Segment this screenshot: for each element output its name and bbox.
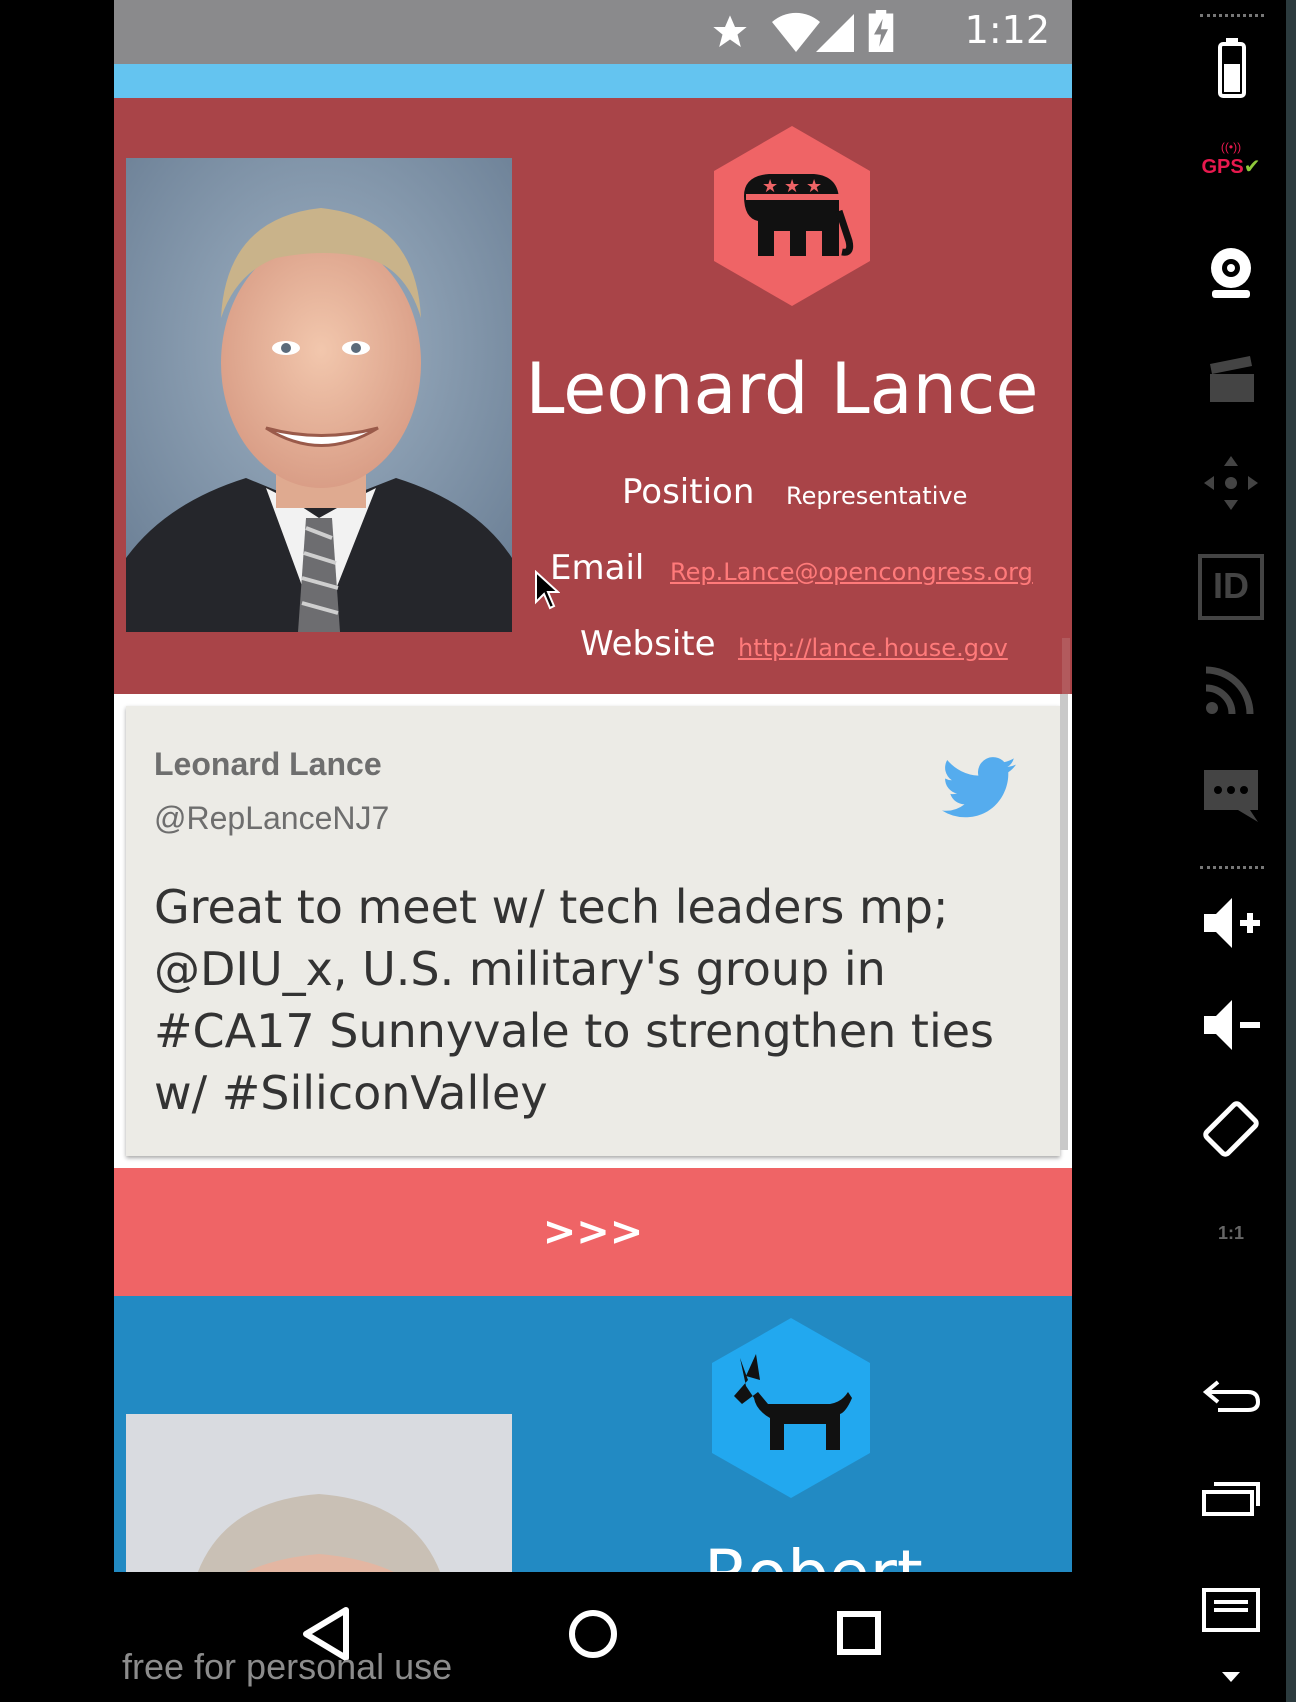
- menu-icon[interactable]: [1198, 1580, 1264, 1646]
- tweet-text: Great to meet w/ tech leaders mp; @DIU_x…: [154, 880, 994, 1120]
- recents-icon[interactable]: [1198, 1466, 1264, 1532]
- email-label: Email: [550, 548, 645, 588]
- sidebar-divider: [1200, 14, 1264, 17]
- rep-card[interactable]: ★ ★ ★ Leonard Lance Position Representat…: [114, 98, 1072, 788]
- democrat-donkey-icon: [712, 1318, 870, 1498]
- phone-screen: 1:12 ★ ★ ★ Leonard Lance Position Repres…: [114, 0, 1072, 1572]
- republican-elephant-icon: ★ ★ ★: [714, 126, 870, 306]
- sidebar-divider: [1200, 866, 1264, 869]
- clapper-icon[interactable]: [1198, 346, 1264, 412]
- email-link[interactable]: Rep.Lance@opencongress.org: [670, 558, 1033, 586]
- rotate-icon[interactable]: [1198, 1096, 1264, 1162]
- desktop-background: [1286, 0, 1296, 1702]
- battery-icon[interactable]: [1198, 34, 1264, 100]
- tweet-section: Leonard Lance @RepLanceNJ7 Great to meet…: [114, 694, 1072, 1168]
- tweet-author: Leonard Lance: [154, 746, 382, 782]
- battery-charging-icon: [868, 10, 894, 52]
- gps-icon[interactable]: ((•)) GPS✔: [1198, 136, 1264, 202]
- twitter-bird-icon: [942, 757, 1016, 818]
- sms-icon[interactable]: [1198, 762, 1264, 828]
- dpad-icon[interactable]: [1198, 450, 1264, 516]
- position-label: Position: [622, 472, 755, 512]
- tweet-scrollbar[interactable]: [1060, 694, 1068, 1150]
- tweet-handle: @RepLanceNJ7: [154, 800, 390, 836]
- next-button[interactable]: >>>: [114, 1168, 1072, 1296]
- gps-check-icon: ✔: [1243, 156, 1261, 178]
- next-rep-photo: [126, 1414, 512, 1572]
- back-icon[interactable]: [1198, 1362, 1264, 1428]
- status-bar: 1:12: [114, 0, 1072, 64]
- volume-up-icon[interactable]: [1198, 890, 1264, 956]
- tweet-card[interactable]: Leonard Lance @RepLanceNJ7 Great to meet…: [126, 706, 1060, 1156]
- next-rep-card[interactable]: Robert: [114, 1296, 1072, 1572]
- scale-icon[interactable]: 1:1: [1198, 1200, 1264, 1266]
- signal-icon: [816, 14, 854, 52]
- star-icon: [713, 15, 747, 48]
- svg-text:★: ★: [762, 176, 778, 196]
- website-label: Website: [580, 624, 716, 664]
- nav-recents-icon[interactable]: [836, 1606, 882, 1662]
- website-link[interactable]: http://lance.house.gov: [738, 634, 1008, 662]
- rep-photo: [126, 158, 512, 632]
- rep-name: Leonard Lance: [525, 348, 1039, 430]
- gps-label: GPS: [1201, 156, 1244, 178]
- svg-text:★: ★: [784, 176, 800, 196]
- emulator-sidebar: ((•)) GPS✔ ID 1:1: [1176, 0, 1286, 1702]
- volume-down-icon[interactable]: [1198, 992, 1264, 1058]
- id-icon[interactable]: ID: [1198, 554, 1264, 620]
- status-time: 1:12: [964, 8, 1050, 52]
- chevron-down-icon[interactable]: [1222, 1672, 1240, 1684]
- next-rep-name: Robert: [704, 1536, 923, 1572]
- mouse-cursor-icon: [535, 570, 560, 610]
- nav-home-icon[interactable]: [568, 1606, 618, 1662]
- svg-text:★: ★: [806, 176, 822, 196]
- rss-icon[interactable]: [1198, 656, 1264, 722]
- position-value: Representative: [786, 482, 968, 510]
- wifi-icon: [772, 12, 820, 52]
- webcam-icon[interactable]: [1198, 240, 1264, 306]
- watermark-text: free for personal use: [122, 1646, 453, 1687]
- app-bar: [114, 64, 1072, 98]
